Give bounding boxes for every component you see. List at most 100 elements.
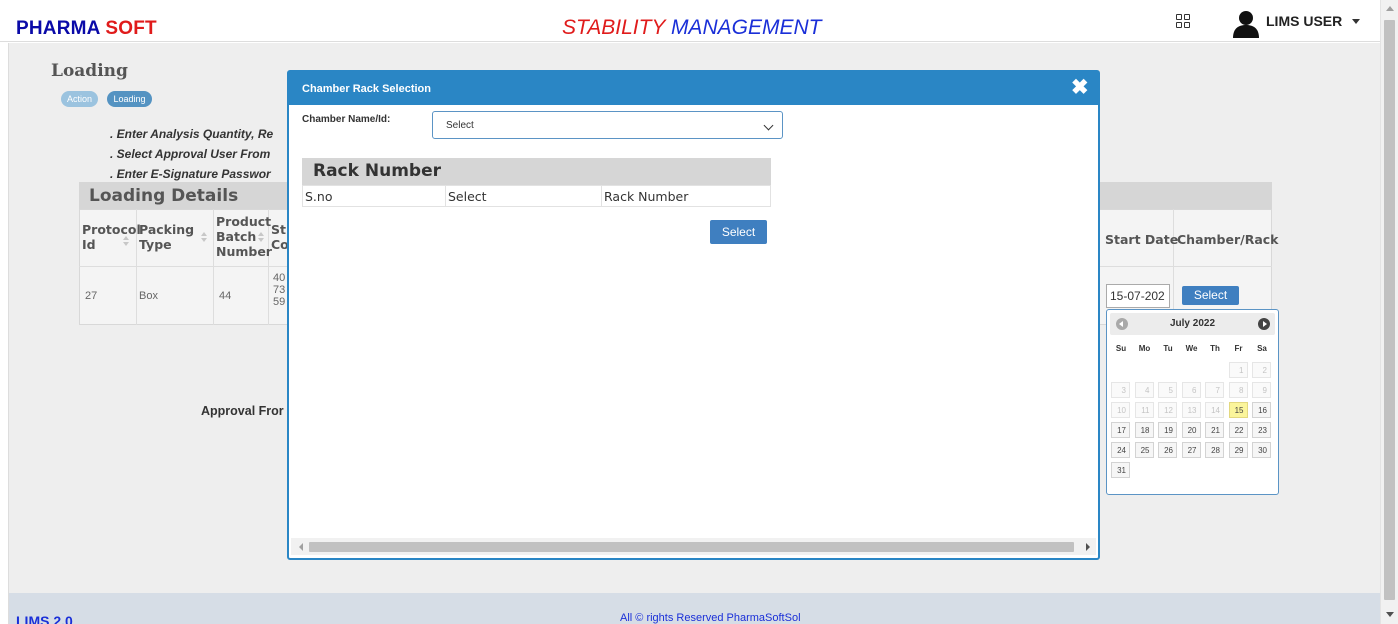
date-picker-month: July 2022 xyxy=(1169,318,1216,329)
date-picker-header: July 2022 xyxy=(1110,313,1275,335)
calendar-day[interactable]: 24 xyxy=(1111,442,1130,458)
calendar-day[interactable]: 19 xyxy=(1158,422,1177,438)
page-scrollbar[interactable] xyxy=(1380,0,1398,624)
brand-accent: SOFT xyxy=(105,18,157,39)
close-icon[interactable]: ✖ xyxy=(1071,77,1089,98)
rack-table-header-row xyxy=(302,185,771,207)
weekday-label: Th xyxy=(1210,344,1220,353)
chamber-select[interactable]: Select xyxy=(432,111,783,139)
user-avatar-icon[interactable] xyxy=(1231,10,1261,38)
weekday-label: Fr xyxy=(1234,344,1243,353)
calendar-day: 9 xyxy=(1252,382,1271,398)
chamber-name-label: Chamber Name/Id: xyxy=(302,114,391,125)
chevron-down-icon xyxy=(763,120,774,131)
app-title-accent: MANAGEMENT xyxy=(670,16,822,39)
calendar-day: 10 xyxy=(1111,402,1130,418)
page-title: Loading xyxy=(51,61,128,81)
weekday-label: Su xyxy=(1115,344,1127,353)
col-header-line: Number xyxy=(216,244,272,259)
col-header-line: Type xyxy=(139,237,172,252)
calendar-day[interactable]: 31 xyxy=(1111,462,1130,478)
scrollbar-thumb[interactable] xyxy=(309,542,1074,552)
scroll-up-icon[interactable] xyxy=(1386,6,1394,11)
calendar-day[interactable]: 28 xyxy=(1205,442,1224,458)
col-header-chamber-rack[interactable]: Chamber/Rack xyxy=(1177,232,1278,247)
brand-main: PHARMA xyxy=(16,18,100,39)
cell-protocol-id: 27 xyxy=(85,290,98,302)
next-month-icon[interactable] xyxy=(1258,318,1270,330)
user-menu-caret-icon[interactable] xyxy=(1352,19,1360,24)
sort-icon[interactable] xyxy=(123,236,129,248)
chamber-select-value: Select xyxy=(446,120,474,131)
calendar-day[interactable]: 18 xyxy=(1134,422,1154,438)
brand-logo[interactable]: PHARMA SOFT xyxy=(16,18,157,40)
rack-col-select[interactable]: Select xyxy=(448,189,487,204)
sort-icon[interactable] xyxy=(258,232,264,244)
calendar-day[interactable]: 17 xyxy=(1111,422,1130,438)
footer-copyright: All © rights Reserved PharmaSoftSol xyxy=(620,612,801,624)
instruction-1: . Enter Analysis Quantity, Re xyxy=(110,127,274,141)
calendar-day[interactable]: 16 xyxy=(1252,402,1271,418)
column-divider xyxy=(213,209,214,325)
breadcrumb: Action Loading xyxy=(61,89,157,107)
calendar-day[interactable]: 30 xyxy=(1252,442,1271,458)
calendar-day[interactable]: 23 xyxy=(1252,422,1271,438)
loading-details-title: Loading Details xyxy=(89,186,239,206)
weekday-label: Tu xyxy=(1163,344,1173,353)
calendar-day[interactable]: 29 xyxy=(1228,442,1248,458)
cell-batch-number: 44 xyxy=(219,290,232,302)
rack-col-rack-number[interactable]: Rack Number xyxy=(604,189,688,204)
scroll-right-icon[interactable] xyxy=(1086,543,1090,551)
col-header-protocol-id[interactable]: Protocol Id xyxy=(82,222,141,252)
cell-stage-line: 59 xyxy=(273,296,286,308)
calendar-day: 11 xyxy=(1134,402,1154,418)
scrollbar-thumb[interactable] xyxy=(1384,20,1395,600)
cell-stage-line: 40 xyxy=(273,272,286,284)
modal-title: Chamber Rack Selection xyxy=(302,83,431,95)
calendar-day[interactable]: 20 xyxy=(1181,422,1201,438)
modal-select-button[interactable]: Select xyxy=(710,220,767,244)
chamber-rack-select-button[interactable]: Select xyxy=(1182,286,1239,305)
top-bar: PHARMA SOFT STABILITY MANAGEMENT LIMS US… xyxy=(0,0,1380,42)
cell-stage: 40 73 59 xyxy=(273,272,285,308)
calendar-day: 14 xyxy=(1205,402,1224,418)
instruction-3: . Enter E-Signature Passwor xyxy=(110,167,271,181)
footer-brand: LIMS 2.0 xyxy=(16,613,73,624)
app-title: STABILITY MANAGEMENT xyxy=(562,16,821,40)
calendar-day: 3 xyxy=(1111,382,1130,398)
calendar-day[interactable]: 25 xyxy=(1134,442,1154,458)
cell-stage-line: 73 xyxy=(273,284,286,296)
modal-horizontal-scrollbar[interactable] xyxy=(291,538,1096,555)
calendar-day[interactable]: 27 xyxy=(1181,442,1201,458)
calendar-day: 13 xyxy=(1181,402,1201,418)
column-divider xyxy=(1173,209,1174,325)
breadcrumb-loading[interactable]: Loading xyxy=(107,91,152,107)
rack-number-title: Rack Number xyxy=(313,161,441,181)
calendar-day[interactable]: 15 xyxy=(1228,402,1248,418)
start-date-input[interactable]: 15-07-202 xyxy=(1106,284,1170,308)
user-name[interactable]: LIMS USER xyxy=(1266,13,1342,29)
column-divider xyxy=(601,185,602,207)
col-header-packing-type[interactable]: Packing Type xyxy=(139,222,194,252)
app-title-main: STABILITY xyxy=(562,16,666,39)
apps-grid-icon[interactable] xyxy=(1176,14,1190,28)
date-picker: July 2022 Su Mo Tu We Th Fr Sa 1 2 3 4 5 6 7 8 9 10 11 12… xyxy=(1106,309,1279,495)
calendar-day[interactable]: 21 xyxy=(1205,422,1224,438)
weekday-label: We xyxy=(1185,344,1198,353)
col-header-line: Protocol xyxy=(82,222,141,237)
calendar-day[interactable]: 22 xyxy=(1228,422,1248,438)
calendar-day: 2 xyxy=(1252,362,1271,378)
instruction-2: . Select Approval User From xyxy=(110,147,271,161)
calendar-day: 8 xyxy=(1228,382,1248,398)
calendar-day[interactable]: 26 xyxy=(1158,442,1177,458)
breadcrumb-action[interactable]: Action xyxy=(61,91,99,107)
rack-col-sno[interactable]: S.no xyxy=(305,189,332,204)
sort-icon[interactable] xyxy=(201,232,207,244)
calendar-day: 12 xyxy=(1158,402,1177,418)
col-header-start-date[interactable]: Start Date xyxy=(1105,232,1178,247)
col-header-line: Product xyxy=(216,214,272,229)
col-header-line: Id xyxy=(82,237,96,252)
calendar-day: 6 xyxy=(1181,382,1201,398)
scroll-left-icon[interactable] xyxy=(299,543,303,551)
scroll-down-icon[interactable] xyxy=(1386,612,1394,617)
